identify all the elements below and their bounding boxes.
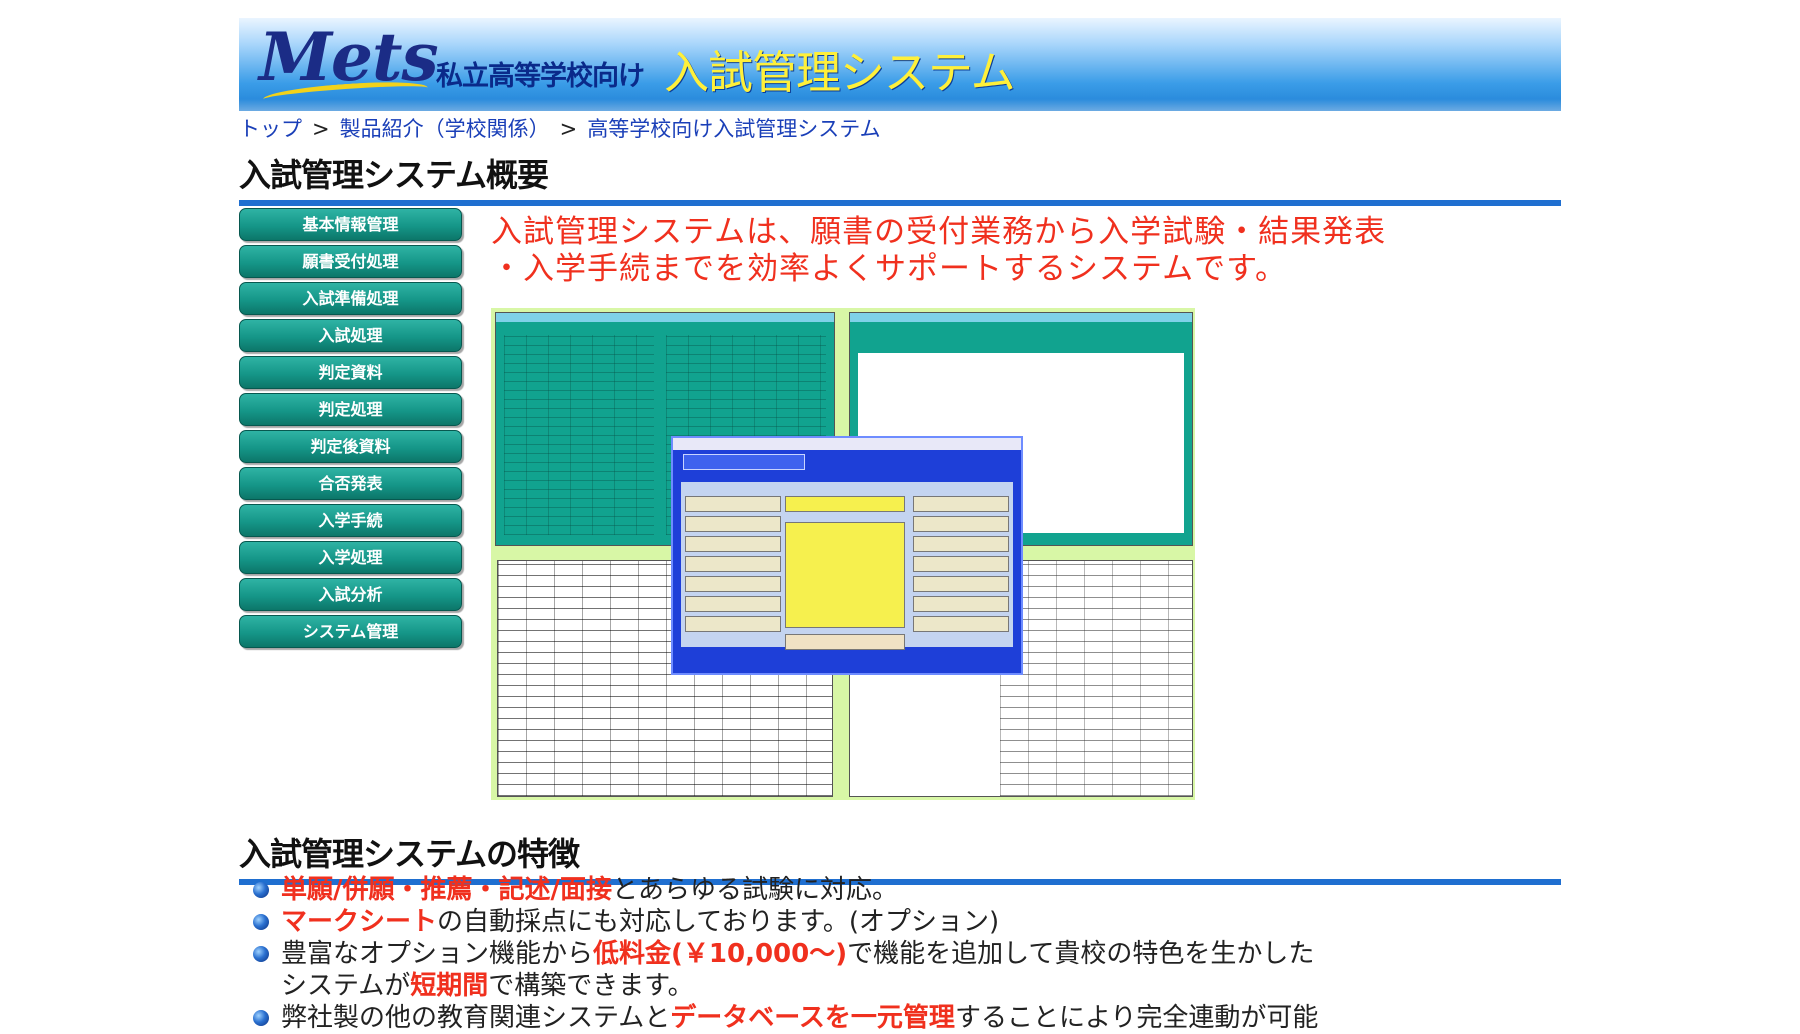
sidebar-nav: 基本情報管理 願書受付処理 入試準備処理 入試処理 判定資料 判定処理 判定後資… <box>239 208 462 652</box>
bullet-icon <box>253 882 269 898</box>
mets-logo[interactable]: Mets <box>259 24 439 90</box>
breadcrumb-products-link[interactable]: 製品紹介（学校関係） <box>340 117 550 141</box>
bullet-icon <box>253 1010 269 1026</box>
sidebar-item-judge-material[interactable]: 判定資料 <box>239 356 462 389</box>
header-tagline-small: 私立高等学校向け <box>436 61 645 92</box>
breadcrumb-separator: > <box>559 117 578 141</box>
breadcrumb-top-link[interactable]: トップ <box>239 117 302 141</box>
feature-item: 単願/併願・推薦・記述/面接とあらゆる試験に対応。 <box>239 874 1561 906</box>
intro-line-2: ・入学手続までを効率よくサポートするシステムです。 <box>491 251 1287 287</box>
sidebar-item-enrollment-procedure[interactable]: 入学手続 <box>239 504 462 537</box>
sidebar-item-enrollment[interactable]: 入学処理 <box>239 541 462 574</box>
sidebar-item-analysis[interactable]: 入試分析 <box>239 578 462 611</box>
page-wrapper: Mets 私立高等学校向け 入試管理システム トップ > 製品紹介（学校関係） > 高等… <box>239 18 1561 1033</box>
sidebar-item-system[interactable]: システム管理 <box>239 615 462 648</box>
page-title: 入試管理システム概要 <box>239 150 1561 206</box>
feature-item: 弊社製の他の教育関連システムとデータベースを一元管理することにより完全連動が可能 <box>239 1002 1561 1034</box>
sidebar-item-exam[interactable]: 入試処理 <box>239 319 462 352</box>
header-banner: Mets 私立高等学校向け 入試管理システム <box>239 18 1561 111</box>
features-list: 単願/併願・推薦・記述/面接とあらゆる試験に対応。 マークシートの自動採点にも対… <box>239 874 1561 1034</box>
breadcrumb-separator: > <box>312 117 330 141</box>
bullet-icon <box>253 946 269 962</box>
main-menu-screenshot <box>671 436 1023 675</box>
feature-item: マークシートの自動採点にも対応しております。(オプション) <box>239 906 1561 938</box>
intro-line-1: 入試管理システムは、願書の受付業務から入学試験・結果発表 <box>491 214 1387 250</box>
sidebar-item-application[interactable]: 願書受付処理 <box>239 245 462 278</box>
sidebar-item-judge[interactable]: 判定処理 <box>239 393 462 426</box>
header-tagline-big: 入試管理システム <box>664 46 1016 99</box>
breadcrumb-current-link[interactable]: 高等学校向け入試管理システム <box>587 117 880 141</box>
breadcrumb: トップ > 製品紹介（学校関係） > 高等学校向け入試管理システム <box>239 113 881 143</box>
feature-item: 豊富なオプション機能から低料金(￥10,000～)で機能を追加して貴校の特色を生… <box>239 938 1561 1002</box>
sidebar-item-post-judge[interactable]: 判定後資料 <box>239 430 462 463</box>
intro-text: 入試管理システムは、願書の受付業務から入学試験・結果発表 ・入学手続までを効率よ… <box>491 214 1386 288</box>
sidebar-item-basic-info[interactable]: 基本情報管理 <box>239 208 462 241</box>
sidebar-item-exam-prep[interactable]: 入試準備処理 <box>239 282 462 315</box>
product-screenshot-collage <box>491 308 1195 800</box>
sidebar-item-results[interactable]: 合否発表 <box>239 467 462 500</box>
bullet-icon <box>253 914 269 930</box>
